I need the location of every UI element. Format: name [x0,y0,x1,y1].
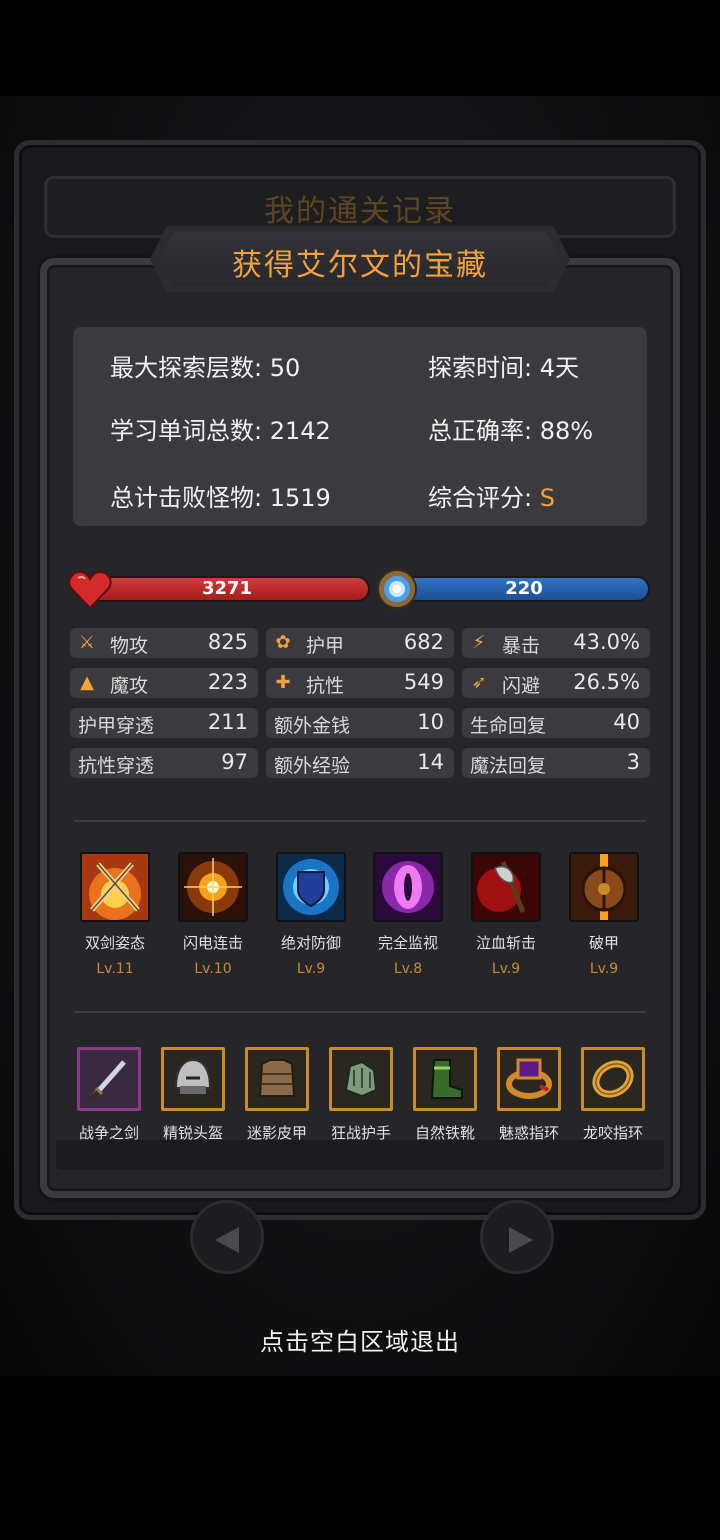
skill-slot[interactable]: 完全监视 Lv.8 [372,852,444,977]
record-max-floor: 最大探索层数: 50 [110,354,301,382]
arrow-right-icon [509,1227,533,1253]
attr-extra-exp: 额外经验 14 [266,748,454,778]
shield-icon [276,852,346,922]
attr-dodge: ➶ 闪避 26.5% [462,668,650,698]
heart-icon [68,570,112,610]
panel-title: 获得艾尔文的宝藏 [232,248,488,283]
broken-shield-icon [569,852,639,922]
twin-swords-icon [80,852,150,922]
attr-resistance: ✚ 抗性 549 [266,668,454,698]
exit-hint: 点击空白区域退出 [260,1328,460,1356]
skill-slot[interactable]: 泣血斩击 Lv.9 [470,852,542,977]
skill-slot[interactable]: 闪电连击 Lv.10 [177,852,249,977]
equip-slot[interactable]: 精锐头盔 [160,1047,226,1143]
helmet-icon [161,1047,225,1111]
equip-slot[interactable]: 魅惑指环 [496,1047,562,1143]
ruby-ring-icon [497,1047,561,1111]
attr-resist-pen: 抗性穿透 97 [70,748,258,778]
mp-bar: 220 [398,576,650,602]
skill-slot[interactable]: 破甲 Lv.9 [568,852,640,977]
skill-slot[interactable]: 双剑姿态 Lv.11 [79,852,151,977]
attr-armor-pen: 护甲穿透 211 [70,708,258,738]
eye-icon [373,852,443,922]
attr-extra-gold: 额外金钱 10 [266,708,454,738]
skill-slot[interactable]: 绝对防御 Lv.9 [275,852,347,977]
divider-skills [74,820,646,822]
paw-icon: ✿ [275,632,291,653]
attr-crit: ⚡ 暴击 43.0% [462,628,650,658]
muscle-icon: ✚ [275,672,291,693]
lightning-icon: ⚡ [472,632,486,653]
record-overall-grade: 综合评分: S [428,484,555,512]
mp-value: 220 [505,578,543,599]
next-button[interactable] [480,1200,554,1274]
bloody-axe-icon [471,852,541,922]
mana-orb-icon [377,569,417,609]
attr-mp-regen: 魔法回复 3 [462,748,650,778]
boots-icon [413,1047,477,1111]
panel-bottom-edge [56,1140,664,1170]
runner-icon: ➶ [471,672,487,693]
attr-physical-attack: ⚔ 物攻 825 [70,628,258,658]
attr-magic-attack: ▲ 魔攻 223 [70,668,258,698]
gauntlet-icon [329,1047,393,1111]
divider-equipment [74,1011,646,1013]
sword-icon: ⚔ [78,632,96,653]
equip-slot[interactable]: 自然铁靴 [412,1047,478,1143]
equip-slot[interactable]: 战争之剑 [76,1047,142,1143]
leather-armor-icon [245,1047,309,1111]
dagger-icon [77,1047,141,1111]
flash-icon [178,852,248,922]
arrow-left-icon [215,1227,239,1253]
record-total-words: 学习单词总数: 2142 [110,417,331,445]
record-monsters-defeated: 总计击败怪物: 1519 [110,484,331,512]
background-title: 我的通关记录 [264,194,456,229]
hp-value: 3271 [201,578,253,599]
attr-armor: ✿ 护甲 682 [266,628,454,658]
equip-slot[interactable]: 狂战护手 [328,1047,394,1143]
equip-slot[interactable]: 迷影皮甲 [244,1047,310,1143]
hp-bar: 3271 [84,576,370,602]
prev-button[interactable] [190,1200,264,1274]
record-explore-time: 探索时间: 4天 [428,354,579,382]
equip-slot[interactable]: 龙咬指环 [580,1047,646,1143]
attr-hp-regen: 生命回复 40 [462,708,650,738]
grade-value: S [539,484,555,512]
record-accuracy: 总正确率: 88% [428,417,594,445]
magic-hat-icon: ▲ [80,672,94,693]
gold-ring-icon [581,1047,645,1111]
